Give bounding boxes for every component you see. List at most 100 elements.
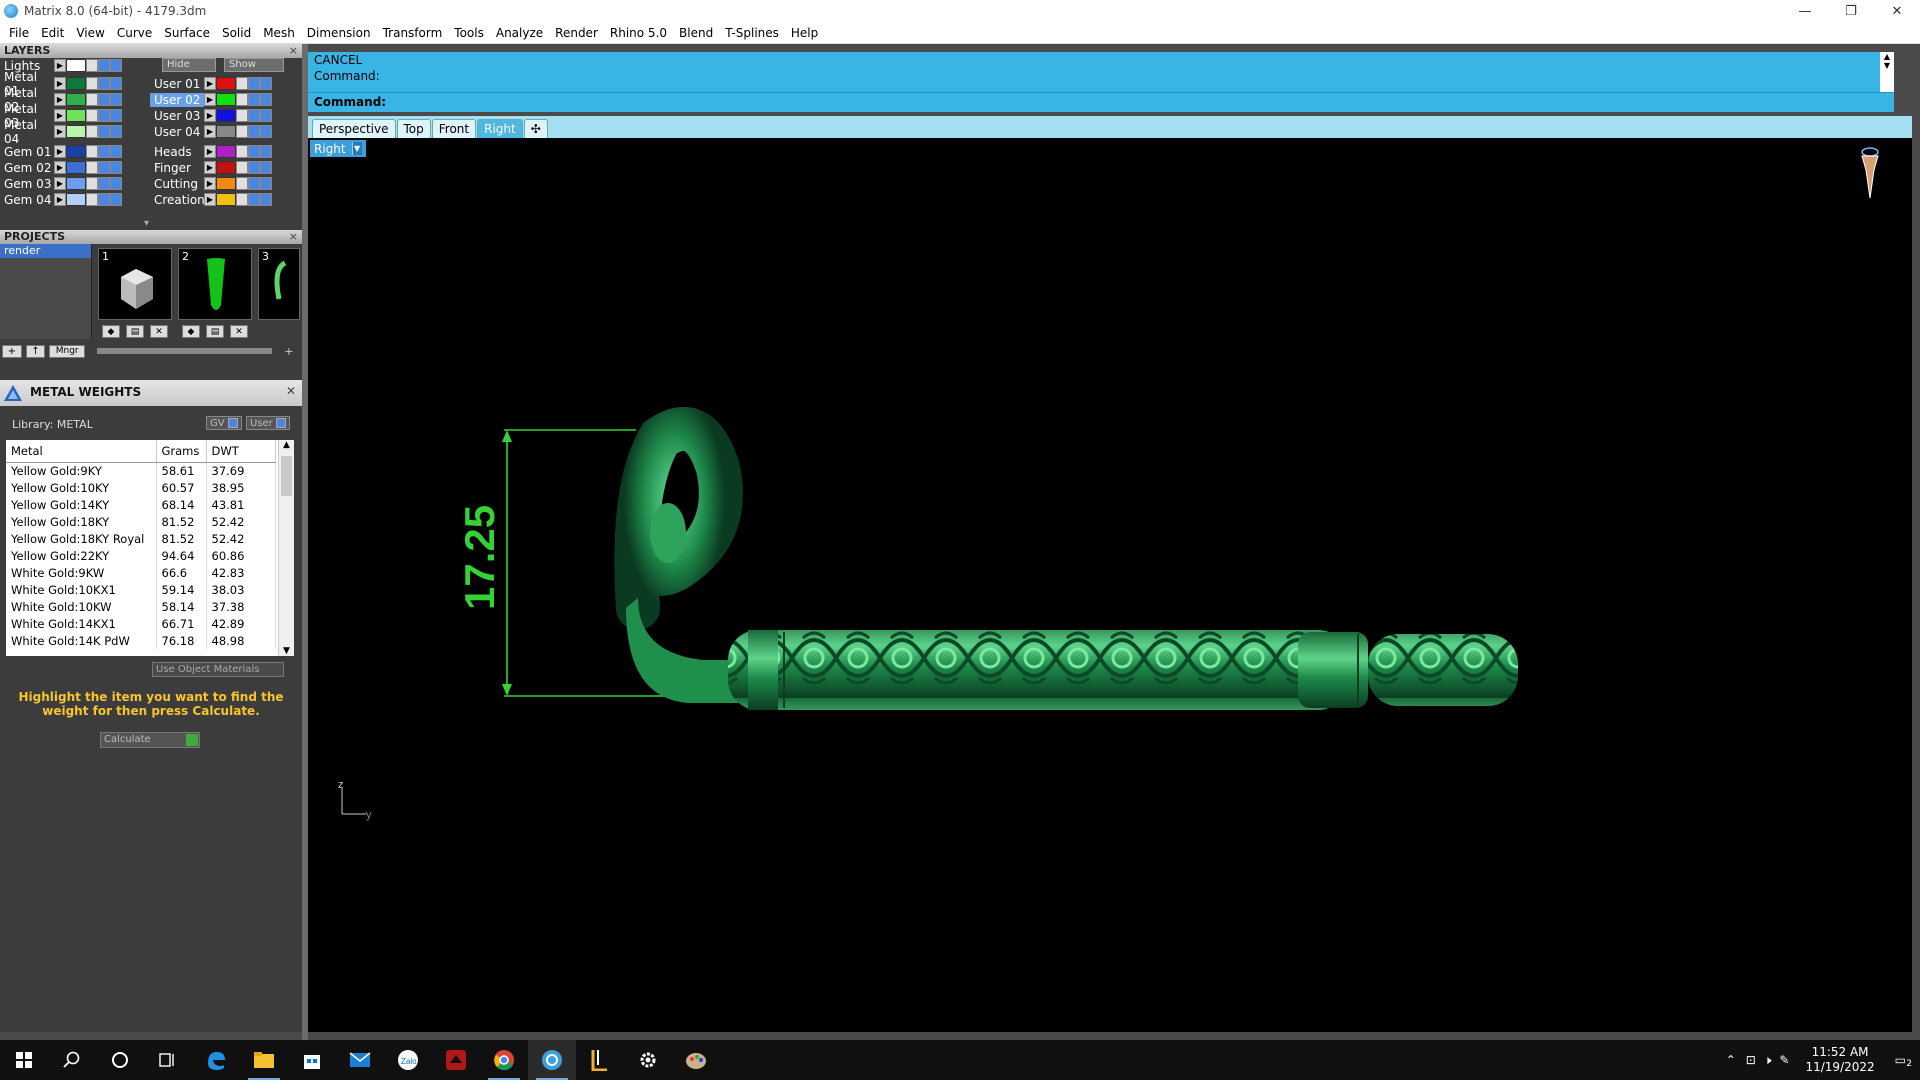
layer-name[interactable]: User 02 bbox=[150, 92, 204, 107]
expand-arrow-icon[interactable]: ▶ bbox=[54, 109, 66, 122]
select-icon[interactable] bbox=[260, 145, 272, 158]
expand-arrow-icon[interactable]: ▶ bbox=[54, 125, 66, 138]
layer-row-heads[interactable]: Heads ▶ bbox=[150, 144, 272, 159]
notification-center-button[interactable]: ▭ 2 bbox=[1887, 1053, 1920, 1069]
layer-color-swatch[interactable] bbox=[216, 161, 236, 174]
gv-toggle[interactable]: GV bbox=[206, 416, 242, 430]
lock-icon[interactable] bbox=[236, 161, 248, 174]
zalo-app[interactable]: Zalo bbox=[384, 1040, 432, 1080]
delete-button[interactable]: ✕ bbox=[230, 325, 248, 338]
layer-color-swatch[interactable] bbox=[216, 193, 236, 206]
minimize-button[interactable]: — bbox=[1782, 0, 1828, 22]
layer-color-swatch[interactable] bbox=[216, 145, 236, 158]
menu-render[interactable]: Render bbox=[549, 26, 604, 40]
chrome-app[interactable] bbox=[480, 1040, 528, 1080]
select-icon[interactable] bbox=[110, 193, 122, 206]
visibility-icon[interactable] bbox=[98, 193, 110, 206]
expand-handle[interactable]: ▾ bbox=[144, 218, 156, 229]
layer-name[interactable]: Gem 04 bbox=[0, 193, 54, 207]
expand-arrow-icon[interactable]: ▶ bbox=[204, 177, 216, 190]
dimension-text[interactable]: 17.25 bbox=[456, 505, 503, 610]
select-icon[interactable] bbox=[110, 161, 122, 174]
lock-icon[interactable] bbox=[86, 77, 98, 90]
lock-icon[interactable] bbox=[236, 177, 248, 190]
layer-color-swatch[interactable] bbox=[216, 125, 236, 138]
add-tab-icon[interactable]: ✣ bbox=[523, 119, 548, 138]
table-row[interactable]: White Gold:14KX1 66.71 42.89 bbox=[6, 615, 276, 632]
up-button[interactable]: ↑ bbox=[25, 344, 46, 358]
layer-row-creation[interactable]: Creation ▶ bbox=[150, 192, 272, 207]
table-row[interactable]: White Gold:9KW 66.6 42.83 bbox=[6, 564, 276, 581]
close-icon[interactable]: × bbox=[289, 230, 298, 244]
expand-arrow-icon[interactable]: ▶ bbox=[54, 177, 66, 190]
layer-name[interactable]: Heads bbox=[150, 145, 204, 159]
select-icon[interactable] bbox=[260, 77, 272, 90]
layer-name[interactable]: Gem 01 bbox=[0, 145, 54, 159]
layer-color-swatch[interactable] bbox=[66, 59, 86, 72]
layer-row-cutting[interactable]: Cutting ▶ bbox=[150, 176, 272, 191]
layer-color-swatch[interactable] bbox=[66, 193, 86, 206]
table-row[interactable]: White Gold:10KW 58.14 37.38 bbox=[6, 598, 276, 615]
lock-icon[interactable] bbox=[236, 93, 248, 106]
expand-arrow-icon[interactable]: ▶ bbox=[204, 125, 216, 138]
visibility-icon[interactable] bbox=[248, 161, 260, 174]
expand-arrow-icon[interactable]: ▶ bbox=[204, 109, 216, 122]
layer-name[interactable]: User 03 bbox=[150, 109, 204, 123]
layer-name[interactable]: Cutting bbox=[150, 177, 204, 191]
layer-row-user-04[interactable]: User 04 ▶ bbox=[150, 124, 272, 139]
menu-transform[interactable]: Transform bbox=[377, 26, 449, 40]
visibility-icon[interactable] bbox=[248, 193, 260, 206]
visibility-icon[interactable] bbox=[248, 177, 260, 190]
save-icon[interactable]: ▤ bbox=[206, 325, 224, 338]
command-input[interactable]: Command: bbox=[308, 92, 1894, 112]
zoom-plus-button[interactable]: + bbox=[284, 345, 298, 358]
menu-curve[interactable]: Curve bbox=[111, 26, 158, 40]
use-object-materials-checkbox[interactable]: Use Object Materials bbox=[152, 662, 284, 677]
delete-button[interactable]: ✕ bbox=[150, 325, 168, 338]
menu-analyze[interactable]: Analyze bbox=[490, 26, 549, 40]
menu-solid[interactable]: Solid bbox=[216, 26, 257, 40]
layer-color-swatch[interactable] bbox=[66, 145, 86, 158]
layer-row-user-02[interactable]: User 02 ▶ bbox=[150, 92, 272, 107]
navigation-figure-icon[interactable] bbox=[1861, 147, 1879, 199]
layer-row-metal-04[interactable]: Metal 04 ▶ bbox=[0, 118, 122, 146]
scroll-down-icon[interactable]: ▼ bbox=[279, 646, 294, 656]
manager-button[interactable]: Mngr bbox=[49, 344, 85, 358]
expand-arrow-icon[interactable]: ▶ bbox=[54, 145, 66, 158]
edge-app[interactable] bbox=[192, 1040, 240, 1080]
lock-icon[interactable] bbox=[236, 145, 248, 158]
select-icon[interactable] bbox=[260, 125, 272, 138]
user-toggle[interactable]: User bbox=[246, 416, 290, 430]
layer-name[interactable]: User 04 bbox=[150, 125, 204, 139]
restore-button[interactable]: ❐ bbox=[1828, 0, 1874, 22]
menu-file[interactable]: File bbox=[3, 26, 35, 40]
select-icon[interactable] bbox=[110, 145, 122, 158]
close-button[interactable]: ✕ bbox=[1874, 0, 1920, 22]
layer-row-finger[interactable]: Finger ▶ bbox=[150, 160, 272, 175]
table-row[interactable]: Yellow Gold:10KY 60.57 38.95 bbox=[6, 479, 276, 496]
tab-right[interactable]: Right bbox=[477, 119, 523, 138]
metal-table[interactable]: Metal Grams DWT Yellow Gold:9KY 58.61 37.6… bbox=[6, 440, 294, 656]
settings-app[interactable] bbox=[624, 1040, 672, 1080]
layer-color-swatch[interactable] bbox=[66, 109, 86, 122]
expand-arrow-icon[interactable]: ▶ bbox=[204, 77, 216, 90]
column-header-dwt[interactable]: DWT bbox=[206, 440, 276, 463]
menu-tsplines[interactable]: T-Splines bbox=[719, 26, 785, 40]
lock-icon[interactable] bbox=[86, 125, 98, 138]
tab-top[interactable]: Top bbox=[396, 119, 431, 138]
menu-dimension[interactable]: Dimension bbox=[301, 26, 377, 40]
menu-blend[interactable]: Blend bbox=[673, 26, 719, 40]
layer-row-gem-03[interactable]: Gem 03 ▶ bbox=[0, 176, 122, 191]
project-list[interactable]: render bbox=[0, 244, 92, 339]
layer-row-user-03[interactable]: User 03 ▶ bbox=[150, 108, 272, 123]
paint-app[interactable] bbox=[672, 1040, 720, 1080]
layer-color-swatch[interactable] bbox=[66, 161, 86, 174]
lock-icon[interactable] bbox=[236, 109, 248, 122]
visibility-icon[interactable] bbox=[98, 145, 110, 158]
select-icon[interactable] bbox=[110, 77, 122, 90]
calculate-button[interactable]: Calculate bbox=[100, 732, 200, 748]
table-row[interactable]: Yellow Gold:9KY 58.61 37.69 bbox=[6, 462, 276, 479]
chevron-up-icon[interactable]: ⌃ bbox=[1720, 1053, 1742, 1067]
lock-icon[interactable] bbox=[86, 59, 98, 72]
layer-row-user-01[interactable]: User 01 ▶ bbox=[150, 76, 272, 91]
